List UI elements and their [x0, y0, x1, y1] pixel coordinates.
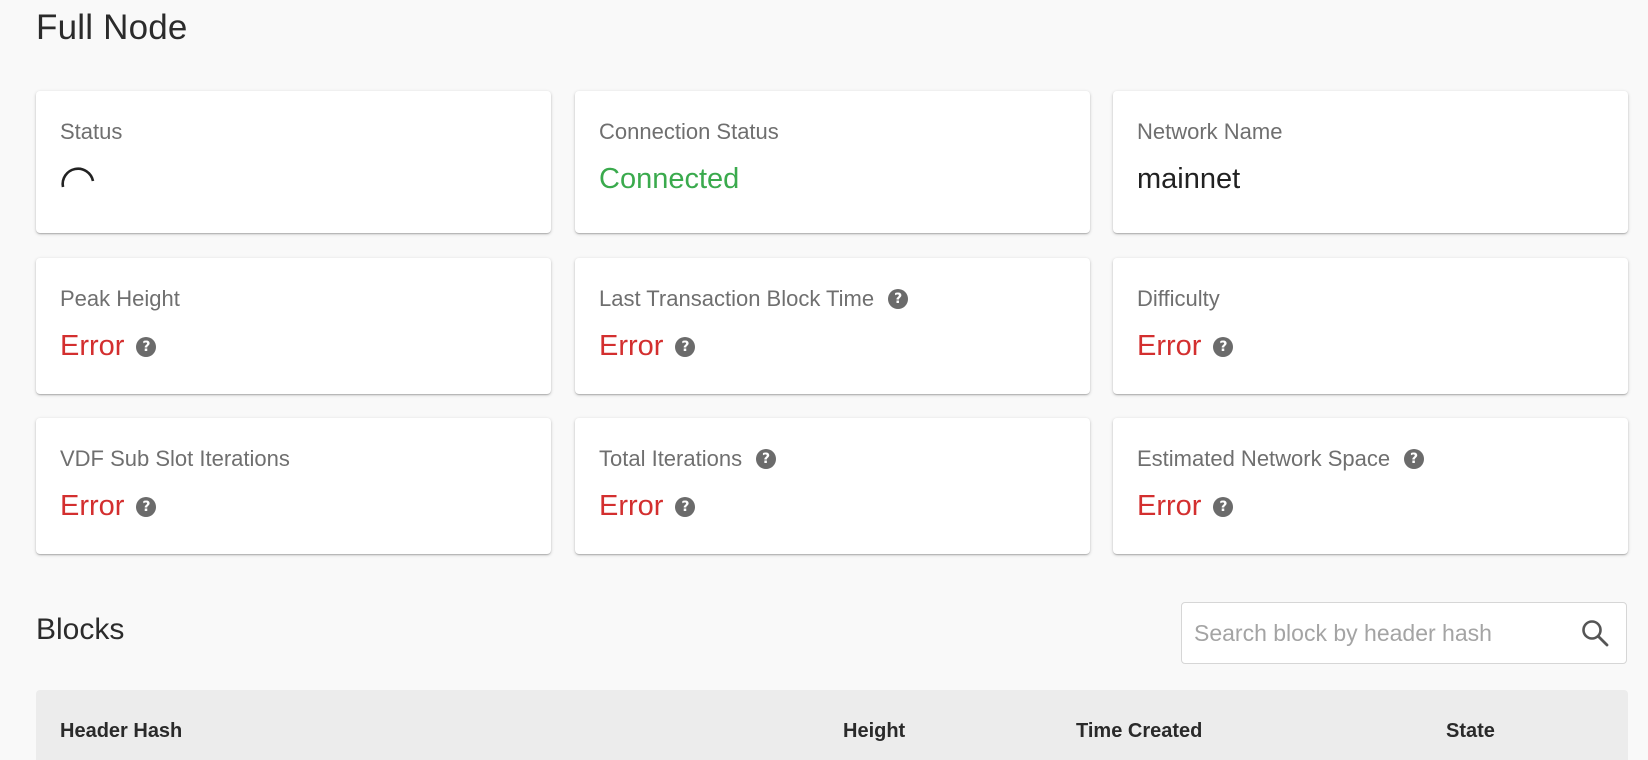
network-name-title: Network Name — [1137, 119, 1283, 144]
connection-status-value: Connected — [599, 163, 740, 195]
last-transaction-block-time-card: Last Transaction Block Time ? Error ? — [575, 258, 1090, 394]
peak-height-card: Peak Height Error ? — [36, 258, 551, 394]
network-name-value: mainnet — [1137, 163, 1241, 195]
column-header-header-hash[interactable]: Header Hash — [60, 720, 182, 743]
search-icon[interactable] — [1580, 618, 1610, 648]
vdf-sub-slot-iterations-card: VDF Sub Slot Iterations Error ? — [36, 418, 551, 554]
help-icon[interactable]: ? — [675, 336, 696, 357]
estimated-network-space-error-text: Error — [1137, 490, 1202, 522]
blocks-title: Blocks — [36, 613, 125, 646]
vdf-sub-slot-iterations-error-text: Error — [60, 490, 125, 522]
total-iterations-error-text: Error — [599, 490, 664, 522]
estimated-network-space-title: Estimated Network Space ? — [1137, 446, 1425, 472]
help-icon[interactable]: ? — [1213, 336, 1234, 357]
help-icon[interactable]: ? — [888, 289, 909, 309]
difficulty-error-text: Error — [1137, 330, 1202, 362]
column-header-time-created[interactable]: Time Created — [1076, 720, 1202, 743]
estimated-network-space-label: Estimated Network Space — [1137, 446, 1391, 471]
help-icon[interactable]: ? — [756, 449, 777, 469]
column-header-state[interactable]: State — [1446, 720, 1495, 743]
block-search-input[interactable] — [1194, 603, 1564, 663]
help-icon[interactable]: ? — [136, 496, 157, 517]
peak-height-value: Error ? — [60, 330, 157, 363]
column-header-height[interactable]: Height — [843, 720, 905, 743]
estimated-network-space-card: Estimated Network Space ? Error ? — [1113, 418, 1628, 554]
estimated-network-space-value: Error ? — [1137, 490, 1234, 523]
vdf-sub-slot-iterations-title: VDF Sub Slot Iterations — [60, 446, 290, 471]
help-icon[interactable]: ? — [675, 496, 696, 517]
difficulty-title: Difficulty — [1137, 286, 1220, 311]
last-transaction-block-time-value: Error ? — [599, 330, 696, 363]
help-icon[interactable]: ? — [1404, 449, 1425, 469]
total-iterations-label: Total Iterations — [599, 446, 743, 471]
total-iterations-value: Error ? — [599, 490, 696, 523]
page-title: Full Node — [36, 8, 188, 47]
peak-height-title: Peak Height — [60, 286, 180, 311]
block-search-box — [1181, 602, 1627, 664]
connection-status-title: Connection Status — [599, 119, 779, 144]
difficulty-value: Error ? — [1137, 330, 1234, 363]
vdf-sub-slot-iterations-value: Error ? — [60, 490, 157, 523]
connection-status-card: Connection Status Connected — [575, 91, 1090, 233]
difficulty-card: Difficulty Error ? — [1113, 258, 1628, 394]
last-transaction-block-time-title: Last Transaction Block Time ? — [599, 286, 909, 312]
total-iterations-title: Total Iterations ? — [599, 446, 777, 472]
blocks-table: Header Hash Height Time Created State — [36, 690, 1628, 760]
loading-spinner-icon — [61, 167, 95, 188]
last-transaction-block-time-error-text: Error — [599, 330, 664, 362]
status-card-title: Status — [60, 119, 123, 144]
help-icon[interactable]: ? — [136, 336, 157, 357]
help-icon[interactable]: ? — [1213, 496, 1234, 517]
peak-height-error-text: Error — [60, 330, 125, 362]
network-name-card: Network Name mainnet — [1113, 91, 1628, 233]
total-iterations-card: Total Iterations ? Error ? — [575, 418, 1090, 554]
status-card: Status — [36, 91, 551, 233]
last-transaction-block-time-label: Last Transaction Block Time — [599, 286, 875, 311]
